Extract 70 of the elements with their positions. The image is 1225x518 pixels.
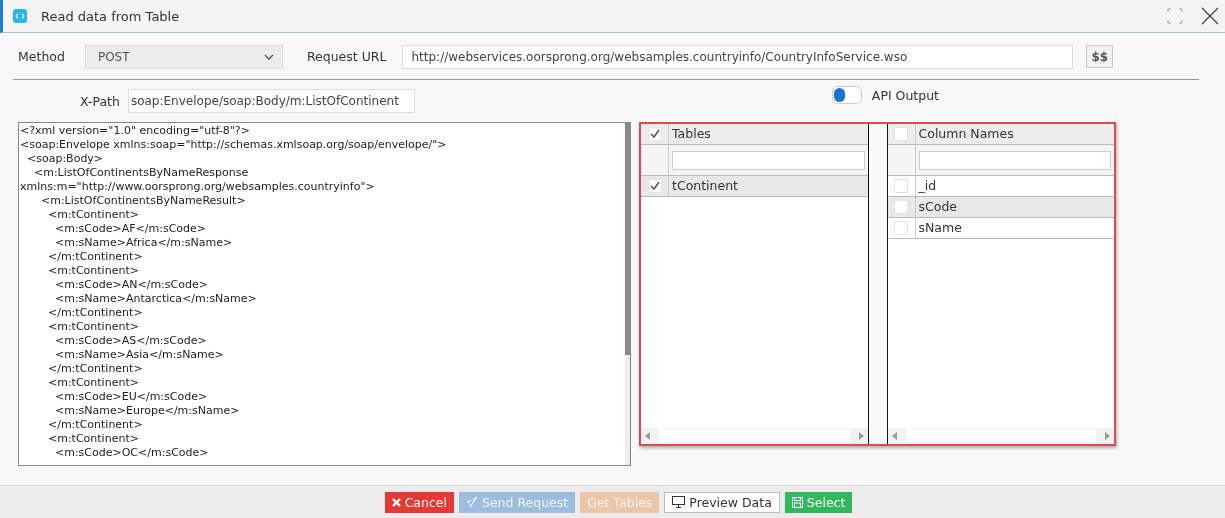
- preview-button[interactable]: Preview Data: [664, 491, 780, 513]
- horizontal-scrollbar[interactable]: [641, 428, 868, 444]
- xpath-field[interactable]: soap:Envelope/soap:Body/m:ListOfContinent: [127, 89, 415, 113]
- response-textbox[interactable]: [18, 122, 631, 466]
- method-label: Method: [18, 49, 65, 64]
- rocket-icon: [466, 496, 478, 508]
- table-cell-text: sName: [917, 219, 962, 237]
- code-line: <m:ListOfContinentsByNameResponse: [33, 166, 250, 180]
- maximize-icon[interactable]: [1167, 8, 1183, 24]
- variables-button[interactable]: $$: [1086, 45, 1114, 68]
- api-output-label: API Output: [871, 87, 939, 103]
- code-line: <m:sCode>AS</m:sCode>: [53, 334, 208, 348]
- code-line: </m:tContinent>: [46, 306, 144, 320]
- table-cell-text: _id: [917, 177, 937, 195]
- code-line: <m:sCode>AN</m:sCode>: [53, 278, 209, 292]
- scroll-right-icon[interactable]: [1104, 432, 1110, 440]
- table-cell-text: tContinent: [671, 177, 738, 195]
- cancel-button[interactable]: Cancel: [384, 491, 454, 513]
- request-url-label: Request URL: [306, 49, 387, 64]
- scroll-left-icon[interactable]: [891, 432, 898, 440]
- grid-row[interactable]: tContinent: [641, 176, 868, 197]
- checkbox[interactable]: [894, 179, 908, 193]
- grid-row[interactable]: _id: [887, 176, 1114, 197]
- code-line: <m:sName>Antarctica</m:sName>: [53, 292, 258, 306]
- code-line: xmlns:m="http://www.oorsprong.org/websamples.countryinfo">: [20, 180, 376, 194]
- code-line: </m:tContinent>: [46, 362, 144, 376]
- code-line: <m:sName>Europe</m:sName>: [53, 404, 241, 418]
- checkbox[interactable]: [894, 200, 908, 214]
- window-title: Read data from Table: [41, 8, 180, 24]
- checkbox[interactable]: [894, 221, 908, 235]
- save-icon: [791, 496, 803, 508]
- code-line: <m:tContinent>: [46, 264, 140, 278]
- method-dropdown[interactable]: POST: [84, 44, 283, 69]
- scroll-right-icon[interactable]: [857, 432, 864, 440]
- scroll-left-icon[interactable]: [645, 432, 651, 440]
- code-line: <m:tContinent>: [46, 208, 140, 222]
- close-icon[interactable]: [1201, 7, 1219, 25]
- column-header: Tables: [671, 125, 711, 143]
- code-line: <soap:Envelope xmlns:soap="http://schemas.xmlsoap.org/soap/envelope/">: [20, 138, 448, 152]
- xpath-label: X-Path: [80, 93, 120, 109]
- app-icon: [13, 9, 27, 23]
- code-line: </m:tContinent>: [46, 250, 144, 264]
- code-line: <soap:Body>: [26, 152, 105, 166]
- code-line: <m:sCode>AF</m:sCode>: [53, 222, 208, 236]
- monitor-icon: [672, 496, 686, 508]
- request-url-field[interactable]: http://webservices.oorsprong.org/websamples.countryinfo/CountryInfoService.wso: [402, 44, 1074, 69]
- code-line: <?xml version="1.0" encoding="utf-8"?>: [20, 124, 251, 138]
- horizontal-scrollbar[interactable]: [887, 428, 1114, 444]
- code-line: <m:tContinent>: [46, 320, 140, 334]
- checkbox[interactable]: [894, 127, 908, 141]
- code-line: <m:tContinent>: [46, 376, 140, 390]
- close-icon: [391, 497, 401, 507]
- grid-row[interactable]: sName: [887, 218, 1114, 239]
- code-line: <m:ListOfContinentsByNameResult>: [39, 194, 247, 208]
- filter-field[interactable]: [672, 150, 865, 170]
- checkbox[interactable]: [647, 179, 662, 193]
- api-output-toggle[interactable]: [831, 86, 862, 104]
- code-line: </m:tContinent>: [46, 418, 144, 432]
- code-line: <m:tContinent>: [46, 432, 140, 446]
- scrollbar[interactable]: [625, 123, 630, 465]
- table-cell-text: sCode: [917, 198, 957, 216]
- code-line: <m:sCode>EU</m:sCode>: [53, 390, 209, 404]
- column-header: Column Names: [917, 125, 1014, 143]
- grid-row[interactable]: sCode: [887, 197, 1114, 218]
- checkbox[interactable]: [647, 127, 662, 141]
- chevron-down-icon: [263, 53, 274, 60]
- code-line: <m:sCode>OC</m:sCode>: [53, 446, 210, 460]
- filter-field[interactable]: [918, 150, 1111, 170]
- code-line: <m:sName>Asia</m:sName>: [53, 348, 225, 362]
- code-line: <m:sName>Africa</m:sName>: [53, 236, 234, 250]
